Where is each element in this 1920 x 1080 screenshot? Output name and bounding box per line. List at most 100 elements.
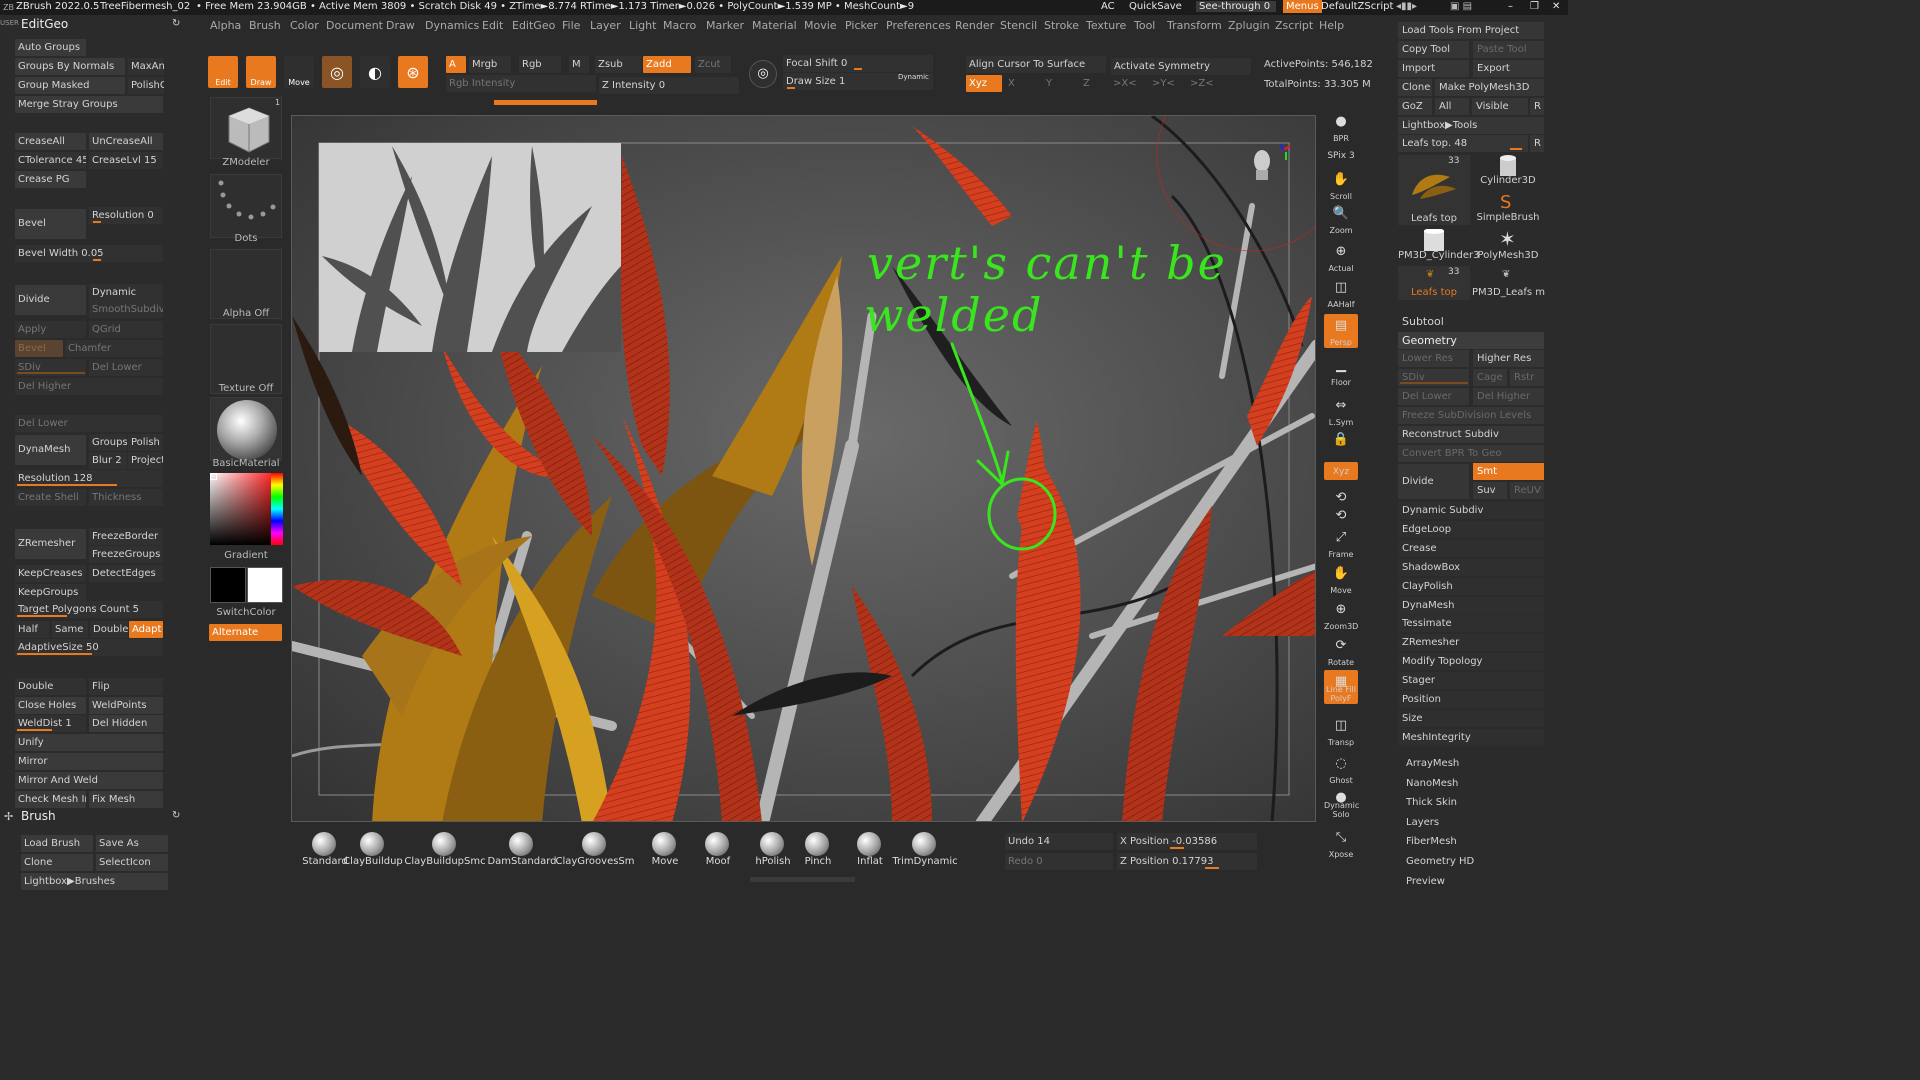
del-lower-right-button[interactable]: Del Lower	[1398, 388, 1469, 405]
zsub-button[interactable]: Zsub	[595, 56, 641, 73]
save-as-button[interactable]: Save As	[96, 835, 168, 852]
restore-icon[interactable]: ❐	[1530, 1, 1539, 12]
menu-light[interactable]: Light	[629, 19, 656, 32]
merge-stray-groups-button[interactable]: Merge Stray Groups	[15, 96, 163, 113]
menu-help[interactable]: Help	[1319, 19, 1344, 32]
chamfer-toggle[interactable]: Chamfer	[65, 340, 163, 357]
see-through-slider[interactable]: See-through 0	[1196, 1, 1276, 12]
tool-section-preview[interactable]: Preview	[1402, 873, 1548, 890]
zremesher-button[interactable]: ZRemesher	[15, 529, 86, 559]
menu-preferences[interactable]: Preferences	[886, 19, 951, 32]
load-tools-from-project-button[interactable]: Load Tools From Project	[1398, 22, 1544, 39]
rtool-xyz[interactable]: Xyz	[1324, 462, 1358, 480]
move-mode-button[interactable]: Move	[284, 56, 314, 88]
material-thumb[interactable]	[210, 397, 282, 461]
tool-section-thick-skin[interactable]: Thick Skin	[1402, 794, 1548, 811]
double-geo-button[interactable]: Double	[15, 678, 86, 695]
crease-pg-button[interactable]: Crease PG	[15, 171, 86, 188]
subtool-section[interactable]: Subtool	[1398, 313, 1544, 330]
undo-history-button[interactable]: Undo 14	[1005, 833, 1113, 850]
mirror-and-weld-button[interactable]: Mirror And Weld	[15, 772, 163, 789]
groups-toggle[interactable]: Groups	[89, 434, 127, 451]
rtool-bpr[interactable]: ● BPR	[1324, 110, 1358, 144]
apply-button[interactable]: Apply	[15, 321, 86, 338]
geometry-subsection-crease[interactable]: Crease	[1398, 539, 1544, 557]
dynamic-size-toggle[interactable]: Dynamic	[898, 73, 929, 81]
smt-toggle[interactable]: Smt	[1473, 463, 1544, 480]
rtool-rotate[interactable]: ⟳ Rotate	[1324, 634, 1358, 668]
menu-movie[interactable]: Movie	[804, 19, 837, 32]
align-cursor-button[interactable]: Align Cursor To Surface	[966, 56, 1106, 73]
activate-symmetry-button[interactable]: Activate Symmetry	[1111, 58, 1251, 75]
geometry-subsection-claypolish[interactable]: ClayPolish	[1398, 577, 1544, 595]
rtool-item-12[interactable]: ⟲	[1324, 504, 1358, 523]
menu-zplugin[interactable]: Zplugin	[1228, 19, 1270, 32]
sym-z-button[interactable]: Z	[1083, 78, 1090, 89]
rstr-button[interactable]: Rstr	[1510, 369, 1544, 386]
mrgb-button[interactable]: Mrgb	[469, 56, 511, 73]
dynamesh-button[interactable]: DynaMesh	[15, 435, 86, 465]
menu-color[interactable]: Color	[290, 19, 319, 32]
rtool-xpose[interactable]: ⤡ Xpose	[1324, 826, 1358, 860]
zmodeler-brush-thumb[interactable]: 1	[210, 97, 282, 159]
flip-button[interactable]: Flip	[89, 678, 163, 695]
freeze-subdivision-button[interactable]: Freeze SubDivision Levels	[1398, 407, 1544, 424]
window-icon[interactable]: ▣ ▤	[1450, 1, 1472, 12]
rtool-line-fill-polyf[interactable]: ▦ Line Fill PolyF	[1324, 670, 1358, 704]
tool-thumb-leafs-top[interactable]: 33 Leafs top	[1398, 155, 1470, 225]
geometry-subsection-meshintegrity[interactable]: MeshIntegrity	[1398, 728, 1544, 746]
zadd-button[interactable]: Zadd	[643, 56, 691, 73]
tool-thumb-pm3d-leafs[interactable]: ❦ PM3D_Leafs m	[1472, 266, 1545, 300]
brush-claybuildupsmc[interactable]: ClayBuildupSmc	[404, 826, 486, 876]
project-toggle[interactable]: Project	[128, 452, 163, 469]
bevel-toggle[interactable]: Bevel	[15, 340, 63, 357]
thickness-slider[interactable]: Thickness	[89, 489, 163, 506]
goz-visible-button[interactable]: Visible	[1472, 98, 1528, 115]
unify-button[interactable]: Unify	[15, 734, 163, 751]
freeze-groups-toggle[interactable]: FreezeGroups	[89, 546, 163, 563]
groups-by-normals-button[interactable]: Groups By Normals	[15, 58, 125, 75]
menu-render[interactable]: Render	[955, 19, 994, 32]
same-button[interactable]: Same	[52, 621, 88, 638]
lower-res-button[interactable]: Lower Res	[1398, 350, 1469, 367]
radial-x-button[interactable]: >X<	[1113, 78, 1137, 89]
canvas-viewport[interactable]: vert's can't be welded	[291, 115, 1316, 822]
del-lower-button-2[interactable]: Del Lower	[15, 415, 163, 432]
menu-tool[interactable]: Tool	[1134, 19, 1155, 32]
copy-tool-button[interactable]: Copy Tool	[1398, 41, 1469, 58]
tool-section-arraymesh[interactable]: ArrayMesh	[1402, 755, 1548, 772]
rtool-spix-3[interactable]: SPix 3	[1324, 146, 1358, 164]
brush-trimdynamic[interactable]: TrimDynamic	[890, 826, 960, 876]
rtool-scroll[interactable]: ✋ Scroll	[1324, 168, 1358, 202]
rotate-mode-button[interactable]: ◐	[360, 56, 390, 88]
m-button[interactable]: M	[569, 56, 589, 73]
weld-points-button[interactable]: WeldPoints	[89, 697, 163, 714]
check-mesh-integrity-button[interactable]: Check Mesh Int	[15, 791, 86, 808]
dynamic-toggle[interactable]: Dynamic	[89, 284, 163, 301]
brush-palette-title[interactable]: Brush	[21, 809, 56, 823]
current-tool-slider[interactable]: Leafs top. 48	[1398, 135, 1528, 152]
menu-editgeo[interactable]: EditGeo	[512, 19, 555, 32]
default-zscript-button[interactable]: DefaultZScript	[1321, 1, 1393, 12]
secondary-color-swatch[interactable]	[210, 567, 246, 603]
del-higher-button[interactable]: Del Higher	[15, 378, 163, 395]
goz-r-button[interactable]: R	[1530, 98, 1544, 115]
blur-slider[interactable]: Blur 2	[89, 452, 127, 469]
crease-level-slider[interactable]: CreaseLvl 15	[89, 152, 163, 169]
create-shell-button[interactable]: Create Shell	[15, 489, 86, 506]
main-color-swatch[interactable]	[247, 567, 283, 603]
switch-color-button[interactable]: SwitchColor	[206, 607, 286, 618]
brush-claygroovessm[interactable]: ClayGroovesSm	[555, 826, 635, 876]
lightbox-tools-button[interactable]: Lightbox▶Tools	[1398, 117, 1544, 134]
geometry-subsection-modify-topology[interactable]: Modify Topology	[1398, 653, 1544, 671]
keep-groups-toggle[interactable]: KeepGroups	[15, 584, 86, 601]
rtool-l-sym[interactable]: ⇔ L.Sym	[1324, 394, 1358, 428]
clone-tool-button[interactable]: Clone	[1398, 79, 1432, 96]
menu-brush[interactable]: Brush	[249, 19, 281, 32]
polishg-slider[interactable]: PolishG	[128, 77, 164, 94]
detect-edges-toggle[interactable]: DetectEdges	[89, 565, 163, 582]
alternate-button[interactable]: Alternate	[209, 624, 282, 641]
layout-icon[interactable]: ◂▮▮▸	[1396, 1, 1417, 12]
brush-damstandard[interactable]: DamStandard	[487, 826, 557, 876]
cage-button[interactable]: Cage	[1473, 369, 1507, 386]
